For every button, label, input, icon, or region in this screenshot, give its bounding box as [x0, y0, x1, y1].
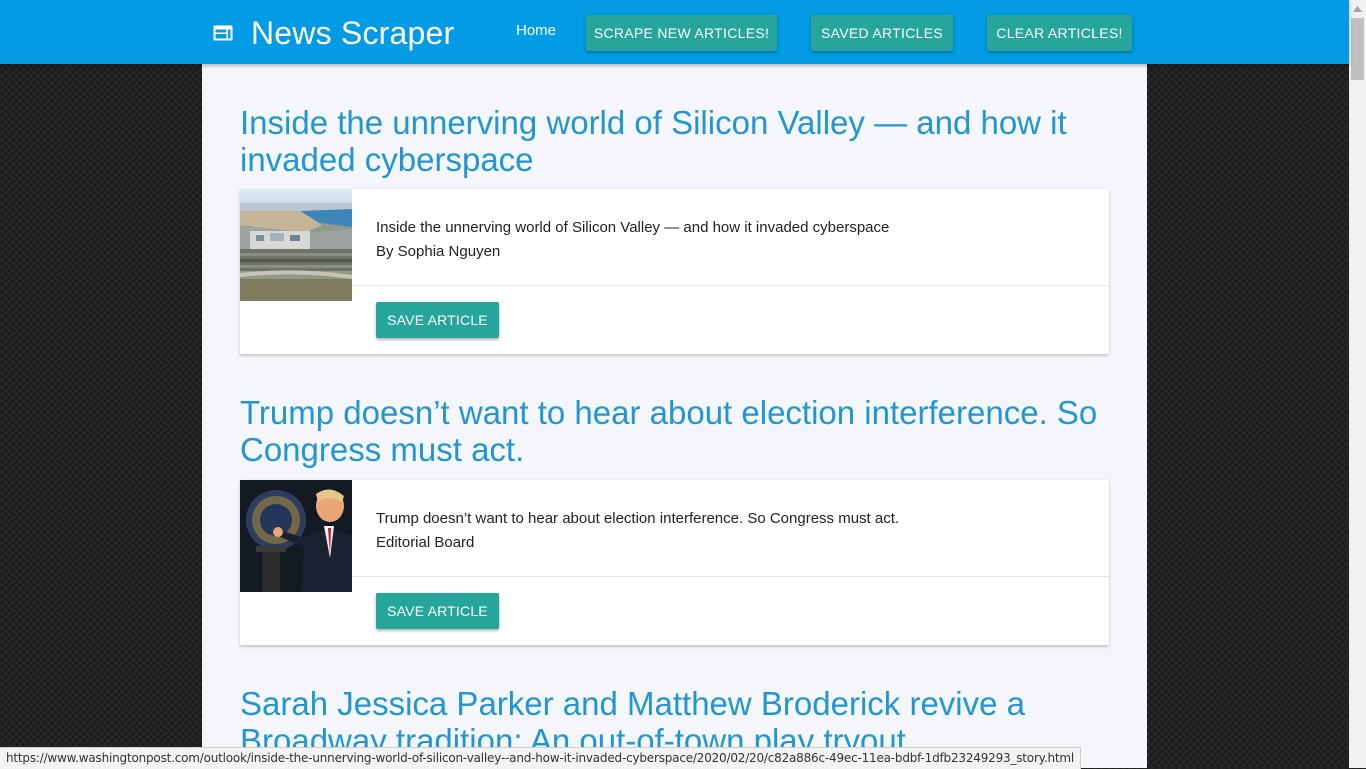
article-item: Inside the unnerving world of Silicon Va… [240, 104, 1109, 354]
vertical-scrollbar[interactable] [1349, 0, 1366, 768]
scrollbar-thumb[interactable] [1351, 18, 1364, 80]
link-status-bar: https://www.washingtonpost.com/outlook/i… [0, 747, 1082, 769]
article-item: Trump doesn’t want to hear about electio… [240, 394, 1109, 645]
article-card: Inside the unnerving world of Silicon Va… [240, 189, 1109, 354]
article-image [240, 480, 352, 592]
article-summary: Inside the unnerving world of Silicon Va… [376, 216, 889, 264]
save-article-button[interactable]: SAVE ARTICLE [376, 593, 499, 629]
article-image [240, 189, 352, 301]
card-divider [352, 285, 1109, 286]
clear-articles-button[interactable]: CLEAR ARTICLES! [987, 15, 1132, 51]
articles-container: Inside the unnerving world of Silicon Va… [202, 64, 1147, 768]
article-card: Trump doesn’t want to hear about electio… [240, 480, 1109, 645]
article-summary-text: Trump doesn’t want to hear about electio… [376, 510, 900, 527]
card-divider [352, 576, 1109, 577]
brand-title: News Scraper [251, 14, 455, 51]
article-summary-text: Inside the unnerving world of Silicon Va… [376, 219, 890, 236]
scroll-up-arrow-icon[interactable] [1349, 0, 1366, 17]
article-byline: Editorial Board [376, 534, 475, 551]
scrape-new-articles-button[interactable]: SCRAPE NEW ARTICLES! [586, 15, 777, 51]
article-byline: By Sophia Nguyen [376, 243, 501, 260]
article-summary: Trump doesn’t want to hear about electio… [376, 507, 899, 555]
web-icon [213, 25, 233, 41]
save-article-button[interactable]: SAVE ARTICLE [376, 302, 499, 338]
navbar: News Scraper Home SCRAPE NEW ARTICLES! S… [0, 0, 1349, 64]
article-title[interactable]: Trump doesn’t want to hear about electio… [240, 394, 1109, 468]
article-title[interactable]: Inside the unnerving world of Silicon Va… [240, 104, 1109, 178]
saved-articles-button[interactable]: SAVED ARTICLES [811, 15, 953, 51]
nav-home-link[interactable]: Home [516, 22, 556, 39]
brand-link[interactable]: News Scraper [213, 14, 454, 52]
